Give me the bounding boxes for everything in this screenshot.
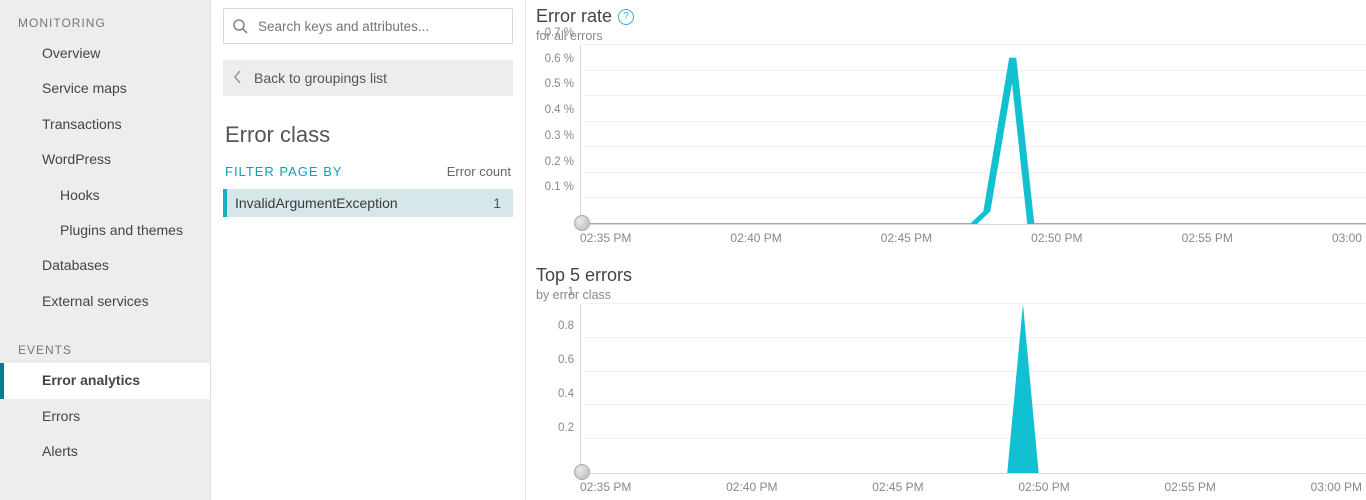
charts-panel: Error rate ? for all errors 0.1 % 0.2 % … bbox=[526, 0, 1366, 500]
sidebar-item-label: Plugins and themes bbox=[60, 222, 183, 238]
back-to-groupings[interactable]: Back to groupings list bbox=[223, 60, 513, 96]
y-tick: 0.6 % bbox=[545, 53, 574, 65]
sidebar-item-label: Databases bbox=[42, 257, 109, 273]
y-tick: 0.2 % bbox=[545, 156, 574, 168]
x-tick: 03:00 bbox=[1332, 231, 1366, 245]
error-class-name: InvalidArgumentException bbox=[235, 195, 493, 211]
chart-plot-area: 0.1 % 0.2 % 0.3 % 0.4 % 0.5 % 0.6 % 0.7 … bbox=[536, 45, 1366, 225]
sidebar: MONITORING Overview Service maps Transac… bbox=[0, 0, 211, 500]
sidebar-item-label: Error analytics bbox=[42, 372, 140, 388]
sidebar-item-databases[interactable]: Databases bbox=[0, 248, 210, 283]
sidebar-item-label: External services bbox=[42, 293, 149, 309]
error-class-count: 1 bbox=[493, 195, 505, 211]
y-tick: 0.3 % bbox=[545, 130, 574, 142]
plot bbox=[580, 304, 1366, 474]
sidebar-item-error-analytics[interactable]: Error analytics bbox=[0, 363, 210, 398]
search-input[interactable] bbox=[256, 18, 504, 35]
error-count-header: Error count bbox=[447, 164, 511, 179]
sidebar-item-errors[interactable]: Errors bbox=[0, 399, 210, 434]
sidebar-item-label: WordPress bbox=[42, 151, 111, 167]
chart-title: Top 5 errors bbox=[536, 265, 632, 286]
chevron-left-icon bbox=[233, 70, 242, 87]
y-tick: 0.7 % bbox=[545, 27, 574, 39]
x-tick: 02:40 PM bbox=[726, 480, 872, 494]
filter-panel: Back to groupings list Error class FILTE… bbox=[211, 0, 526, 500]
x-tick: 02:55 PM bbox=[1165, 480, 1311, 494]
sidebar-group-events: EVENTS bbox=[0, 333, 210, 363]
x-tick: 02:45 PM bbox=[872, 480, 1018, 494]
sidebar-item-plugins-themes[interactable]: Plugins and themes bbox=[0, 213, 210, 248]
y-tick: 0.1 % bbox=[545, 181, 574, 193]
error-class-heading: Error class bbox=[225, 122, 513, 148]
chart-subtitle: by error class bbox=[536, 288, 1366, 302]
area-series bbox=[581, 304, 1366, 473]
range-slider-handle[interactable] bbox=[574, 464, 590, 480]
sidebar-item-external-services[interactable]: External services bbox=[0, 284, 210, 319]
back-label: Back to groupings list bbox=[254, 70, 387, 86]
y-axis: 0.2 0.4 0.6 0.8 1 bbox=[536, 304, 580, 474]
x-tick: 02:40 PM bbox=[730, 231, 880, 245]
sidebar-item-service-maps[interactable]: Service maps bbox=[0, 71, 210, 106]
y-tick: 0.4 bbox=[558, 388, 574, 400]
chart-top5-errors: Top 5 errors by error class 0.2 0.4 0.6 … bbox=[536, 265, 1366, 494]
sidebar-item-hooks[interactable]: Hooks bbox=[0, 178, 210, 213]
x-tick: 02:35 PM bbox=[580, 231, 730, 245]
x-axis: 02:35 PM 02:40 PM 02:45 PM 02:50 PM 02:5… bbox=[580, 225, 1366, 245]
sidebar-item-label: Alerts bbox=[42, 443, 78, 459]
x-tick: 03:00 PM bbox=[1311, 480, 1366, 494]
error-class-row[interactable]: InvalidArgumentException 1 bbox=[223, 189, 513, 217]
x-tick: 02:35 PM bbox=[580, 480, 726, 494]
search-box[interactable] bbox=[223, 8, 513, 44]
sidebar-group-monitoring: MONITORING bbox=[0, 6, 210, 36]
y-tick: 0.5 % bbox=[545, 78, 574, 90]
chart-subtitle: for all errors bbox=[536, 29, 1366, 43]
x-tick: 02:50 PM bbox=[1018, 480, 1164, 494]
x-axis: 02:35 PM 02:40 PM 02:45 PM 02:50 PM 02:5… bbox=[580, 474, 1366, 494]
plot bbox=[580, 45, 1366, 225]
y-tick: 0.2 bbox=[558, 422, 574, 434]
x-tick: 02:50 PM bbox=[1031, 231, 1181, 245]
sidebar-item-label: Overview bbox=[42, 45, 100, 61]
line-series bbox=[581, 45, 1366, 224]
sidebar-item-label: Service maps bbox=[42, 80, 127, 96]
filter-header: FILTER PAGE BY Error count bbox=[223, 160, 513, 189]
sidebar-item-label: Hooks bbox=[60, 187, 100, 203]
x-tick: 02:45 PM bbox=[881, 231, 1031, 245]
x-tick: 02:55 PM bbox=[1182, 231, 1332, 245]
y-tick: 1 bbox=[568, 286, 574, 298]
y-tick: 0.4 % bbox=[545, 104, 574, 116]
chart-error-rate: Error rate ? for all errors 0.1 % 0.2 % … bbox=[536, 6, 1366, 245]
y-tick: 0.8 bbox=[558, 320, 574, 332]
help-icon[interactable]: ? bbox=[618, 9, 634, 25]
sidebar-item-wordpress[interactable]: WordPress bbox=[0, 142, 210, 177]
sidebar-item-transactions[interactable]: Transactions bbox=[0, 107, 210, 142]
chart-plot-area: 0.2 0.4 0.6 0.8 1 bbox=[536, 304, 1366, 474]
range-slider-handle[interactable] bbox=[574, 215, 590, 231]
sidebar-item-alerts[interactable]: Alerts bbox=[0, 434, 210, 469]
filter-page-by-label: FILTER PAGE BY bbox=[225, 164, 343, 179]
search-icon bbox=[232, 18, 248, 34]
y-tick: 0.6 bbox=[558, 354, 574, 366]
chart-title: Error rate bbox=[536, 6, 612, 27]
sidebar-item-label: Errors bbox=[42, 408, 80, 424]
y-axis: 0.1 % 0.2 % 0.3 % 0.4 % 0.5 % 0.6 % 0.7 … bbox=[536, 45, 580, 225]
sidebar-item-overview[interactable]: Overview bbox=[0, 36, 210, 71]
sidebar-item-label: Transactions bbox=[42, 116, 122, 132]
